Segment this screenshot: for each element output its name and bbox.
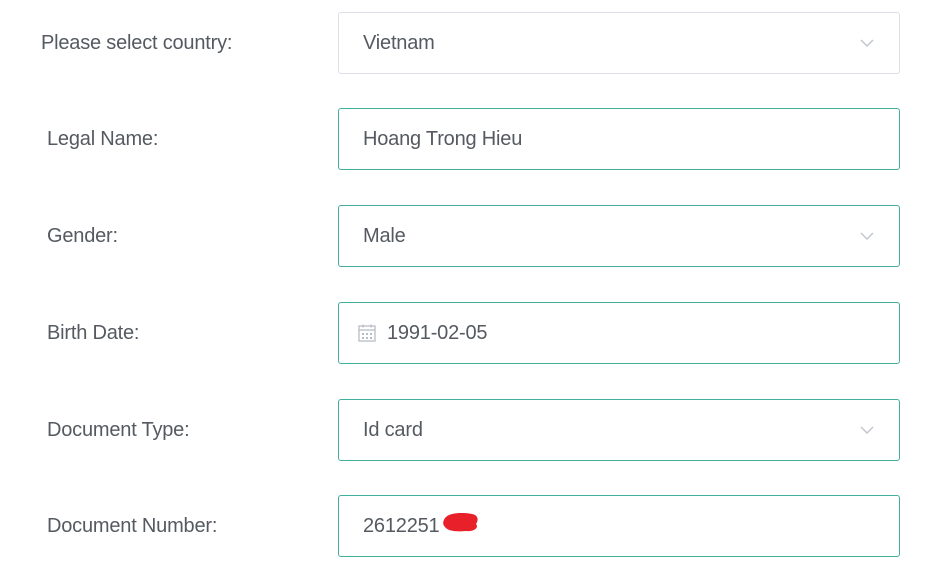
document-type-label: Document Type:	[47, 419, 190, 441]
chevron-down-icon	[860, 426, 874, 434]
chevron-down-icon	[860, 232, 874, 240]
gender-select[interactable]: Male	[338, 205, 900, 267]
country-select[interactable]: Vietnam	[338, 12, 900, 74]
legal-name-row: Legal Name: Hoang Trong Hieu	[0, 108, 929, 170]
calendar-icon	[358, 324, 376, 342]
birth-date-picker[interactable]: 1991-02-05	[338, 302, 900, 364]
document-type-row: Document Type: Id card	[0, 399, 929, 461]
gender-row: Gender: Male	[0, 205, 929, 267]
country-label: Please select country:	[41, 32, 233, 54]
chevron-down-icon	[860, 39, 874, 47]
document-number-label: Document Number:	[47, 515, 218, 537]
country-row: Please select country: Vietnam	[0, 12, 929, 74]
document-type-select[interactable]: Id card	[338, 399, 900, 461]
birth-date-label: Birth Date:	[47, 322, 140, 344]
document-number-row: Document Number: 2612251	[0, 495, 929, 557]
document-type-value: Id card	[363, 418, 423, 441]
document-number-input[interactable]: 2612251	[338, 495, 900, 557]
legal-name-value: Hoang Trong Hieu	[363, 127, 523, 150]
birth-date-row: Birth Date: 1991-02-05	[0, 302, 929, 364]
legal-name-label: Legal Name:	[47, 128, 159, 150]
legal-name-input[interactable]: Hoang Trong Hieu	[338, 108, 900, 170]
document-number-value: 2612251	[363, 514, 440, 537]
identity-form: Please select country: Vietnam Legal Nam…	[0, 0, 929, 575]
gender-value: Male	[363, 224, 406, 247]
country-value: Vietnam	[363, 31, 435, 54]
gender-label: Gender:	[47, 225, 118, 247]
redaction-mark	[443, 513, 478, 532]
